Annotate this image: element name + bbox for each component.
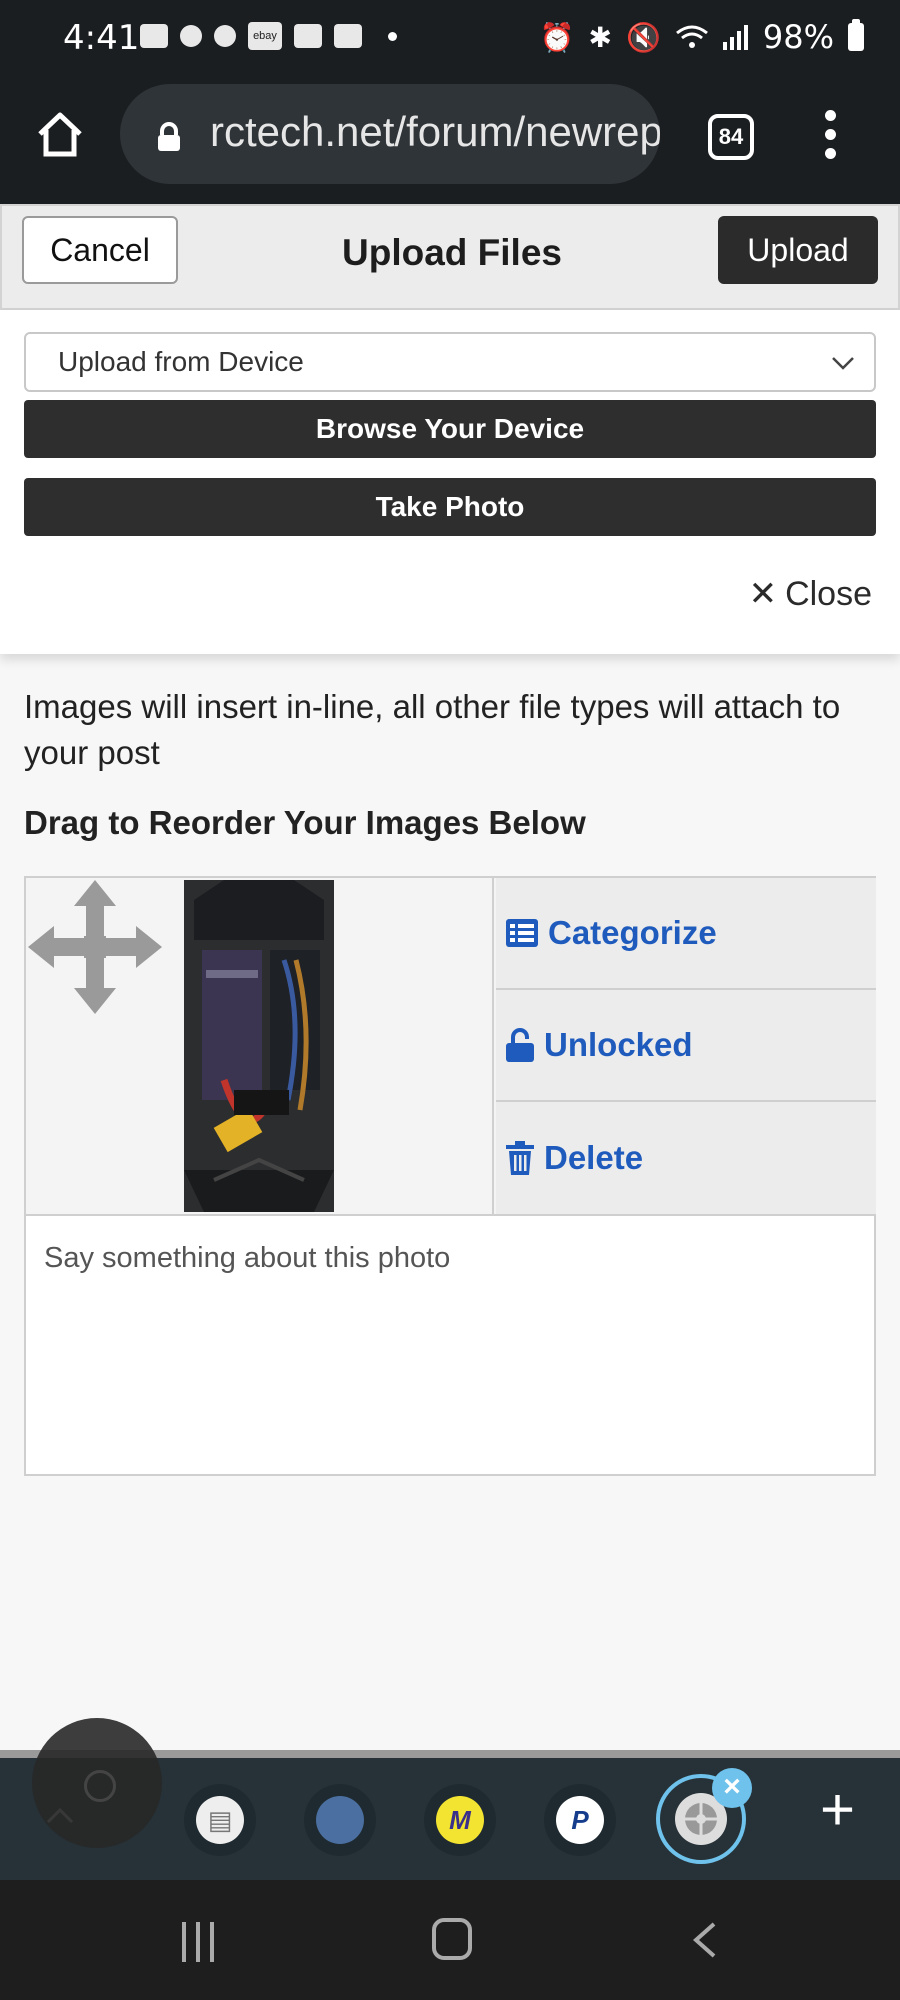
home-nav-icon[interactable] (432, 1918, 472, 1960)
bluetooth-icon: ✱ (588, 20, 612, 54)
m-app-icon[interactable]: M (424, 1784, 496, 1856)
delete-button[interactable]: Delete (496, 1102, 876, 1214)
drag-move-icon[interactable] (28, 880, 162, 1014)
more-notifications-dot-icon (388, 31, 397, 41)
alarm-icon: ⏰ (539, 20, 575, 54)
address-bar[interactable]: rctech.net/forum/newrep (120, 84, 660, 184)
list-icon (506, 919, 538, 947)
trash-icon (506, 1141, 534, 1175)
notification-icons: ebay (140, 22, 397, 50)
reorder-heading: Drag to Reorder Your Images Below (24, 804, 586, 841)
tab-switcher-button[interactable]: 84 (708, 114, 754, 160)
battery-icon (848, 19, 864, 51)
mail-icon (334, 24, 362, 48)
remove-app-icon[interactable]: × (712, 1768, 752, 1808)
ebay-icon: ebay (248, 22, 282, 50)
take-photo-button[interactable]: Take Photo (24, 478, 876, 536)
status-time: 4:41 (63, 18, 140, 58)
chevron-down-icon (832, 357, 854, 370)
cloud-icon (214, 25, 236, 47)
upload-source-panel: Upload from Device Browse Your Device Ta… (0, 310, 900, 654)
mail-icon (294, 24, 322, 48)
overflow-menu-icon[interactable] (820, 110, 840, 166)
gallery-app-icon[interactable]: ▤ (184, 1784, 256, 1856)
uploaded-photo-thumbnail (184, 880, 334, 1212)
unlocked-button[interactable]: Unlocked (496, 990, 876, 1102)
url-text: rctech.net/forum/newrep (210, 108, 660, 155)
close-label: Close (785, 574, 872, 613)
floating-assistant-bubble[interactable] (32, 1718, 162, 1848)
browse-device-button[interactable]: Browse Your Device (24, 400, 876, 458)
close-panel-link[interactable]: ✕ Close (749, 574, 872, 614)
upload-source-value: Upload from Device (58, 346, 304, 377)
close-icon: ✕ (748, 575, 778, 613)
system-icons: ⏰ ✱ 🔇 98% (540, 18, 864, 56)
notification-app-icon (180, 25, 202, 47)
unlocked-label: Unlocked (544, 1026, 693, 1063)
status-bar: 4:41 ebay ⏰ ✱ 🔇 98% (0, 0, 900, 80)
caption-placeholder: Say something about this photo (44, 1242, 451, 1274)
upload-button[interactable]: Upload (718, 216, 878, 284)
paypal-app-icon[interactable]: P (544, 1784, 616, 1856)
add-app-icon[interactable]: + (820, 1780, 855, 1840)
delete-label: Delete (544, 1139, 644, 1176)
categorize-button[interactable]: Categorize (496, 878, 876, 990)
cancel-button[interactable]: Cancel (22, 216, 178, 284)
notification-app-icon (140, 24, 168, 48)
photo-caption-field[interactable]: Say something about this photo (26, 1214, 874, 1474)
back-icon[interactable] (690, 1920, 720, 1960)
mute-icon: 🔇 (626, 20, 661, 54)
uploaded-image-card: Categorize Unlocked Delete Say something… (24, 876, 876, 1476)
upload-dialog-header: Upload Files Cancel Upload (0, 204, 900, 310)
image-preview-area (26, 878, 494, 1214)
browser-toolbar: rctech.net/forum/newrep 84 (0, 80, 900, 204)
unlock-icon (506, 1028, 534, 1062)
recent-apps-icon[interactable] (182, 1922, 222, 1962)
home-icon[interactable] (34, 108, 86, 160)
wifi-icon (675, 25, 708, 48)
system-navigation-bar (0, 1880, 900, 2000)
battery-percent: 98% (762, 18, 834, 56)
image-actions: Categorize Unlocked Delete (496, 878, 876, 1214)
upload-info-text: Images will insert in-line, all other fi… (24, 688, 841, 771)
photo-app-icon[interactable] (304, 1784, 376, 1856)
upload-source-select[interactable]: Upload from Device (24, 332, 876, 392)
lock-icon (158, 122, 180, 151)
signal-icon (722, 25, 748, 50)
categorize-label: Categorize (548, 914, 717, 951)
